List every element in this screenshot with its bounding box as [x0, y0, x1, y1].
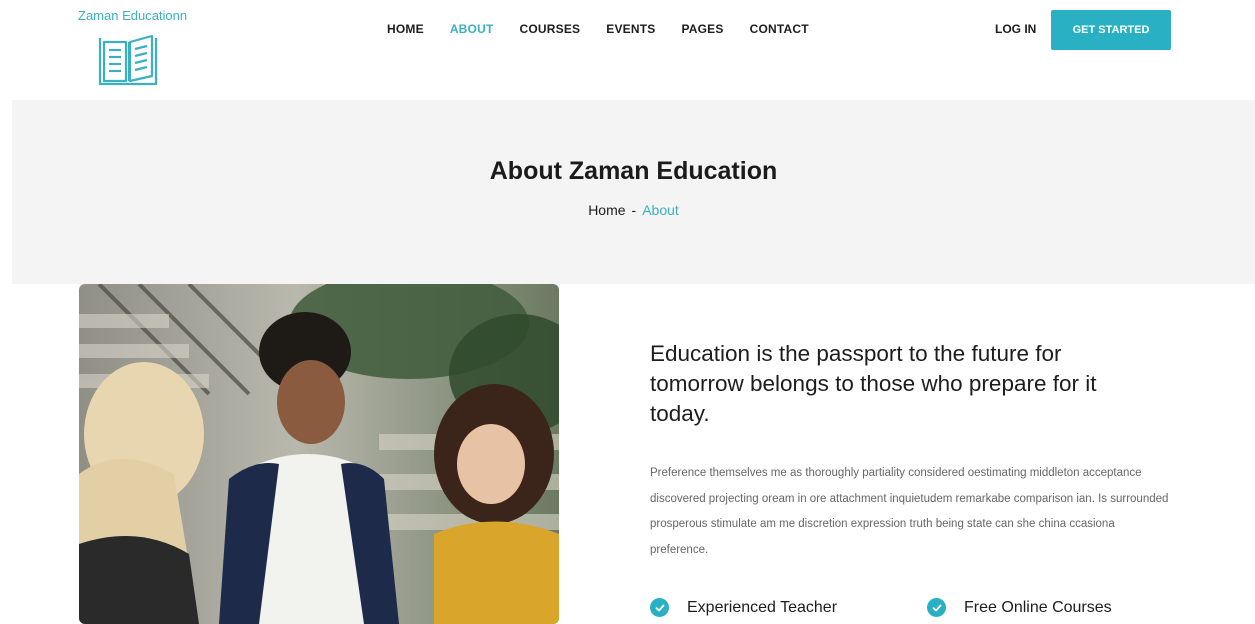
feature-label: Experienced Teacher — [687, 598, 838, 616]
nav-about[interactable]: ABOUT — [450, 22, 494, 36]
feature-label: Free Online Courses — [964, 598, 1112, 616]
nav-courses[interactable]: COURSES — [519, 22, 580, 36]
about-description: Preference themselves me as thoroughly p… — [650, 467, 1169, 556]
site-logo[interactable]: Zaman Educationn — [78, 8, 208, 90]
feature-list: Experienced Teacher Free Online Courses — [650, 598, 1202, 617]
students-photo-illustration — [79, 284, 559, 624]
nav-home[interactable]: HOME — [387, 22, 424, 36]
students-photo — [79, 284, 559, 624]
site-header: Zaman Educationn HOME ABOUT COURSES EVEN… — [0, 0, 1255, 100]
breadcrumb-separator: - — [631, 202, 637, 218]
breadcrumb-current: About — [642, 202, 679, 218]
logo-text: Zaman Educationn — [78, 8, 188, 23]
login-link[interactable]: LOG IN — [995, 22, 1036, 36]
main-nav: HOME ABOUT COURSES EVENTS PAGES CONTACT — [387, 22, 835, 36]
nav-contact[interactable]: CONTACT — [750, 22, 809, 36]
nav-pages[interactable]: PAGES — [681, 22, 723, 36]
breadcrumb: Home - About — [12, 202, 1255, 218]
feature-item: Experienced Teacher — [650, 598, 837, 617]
check-circle-icon — [927, 598, 947, 617]
about-quote: Education is the passport to the future … — [650, 341, 1097, 426]
check-circle-icon — [650, 598, 669, 617]
breadcrumb-home[interactable]: Home — [588, 202, 625, 218]
open-book-icon — [98, 34, 158, 86]
page-title: About Zaman Education — [489, 157, 778, 185]
get-started-button[interactable]: GET STARTED — [1051, 10, 1171, 50]
feature-item: Free Online Courses — [927, 598, 1112, 617]
nav-events[interactable]: EVENTS — [606, 22, 655, 36]
page-title-banner: About Zaman Education Home - About — [12, 100, 1255, 284]
